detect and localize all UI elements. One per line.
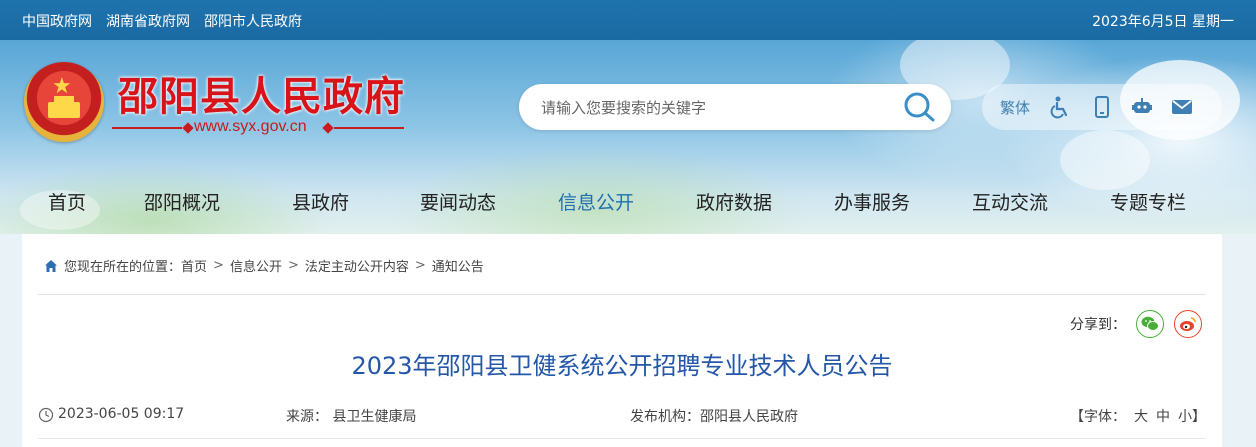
current-date: 2023年6月5日 星期一: [1092, 14, 1234, 30]
article-title: 2023年邵阳县卫健系统公开招聘专业技术人员公告: [351, 352, 893, 380]
nav-county-government[interactable]: 县政府: [292, 188, 349, 215]
nav-news[interactable]: 要闻动态: [420, 188, 496, 215]
tool-bar: 繁体: [982, 84, 1222, 130]
wechat-icon: [1141, 316, 1159, 331]
font-size-controls: 【字体： 大中小】: [1070, 406, 1206, 426]
nav-info-disclosure[interactable]: 信息公开: [558, 188, 634, 215]
font-size-medium[interactable]: 中: [1156, 409, 1170, 425]
breadcrumb-prefix: 您现在所在的位置：: [64, 260, 182, 275]
share-label: 分享到：: [1070, 317, 1126, 333]
article-source: 来源： 县卫生健康局: [286, 409, 417, 425]
breadcrumb-statutory-content[interactable]: 法定主动公开内容: [305, 256, 409, 275]
divider: [38, 294, 1206, 295]
breadcrumb-notices[interactable]: 通知公告: [432, 256, 484, 275]
national-emblem-icon: ★: [24, 62, 104, 142]
nav-interaction[interactable]: 互动交流: [972, 188, 1048, 215]
site-url-text: www.syx.gov.cn: [194, 118, 307, 135]
site-url: www.syx.gov.cn: [112, 118, 404, 138]
breadcrumb-separator: >: [414, 258, 426, 273]
weibo-icon: [1180, 317, 1196, 331]
home-icon: [45, 259, 57, 272]
nav-shaoyang-overview[interactable]: 邵阳概况: [144, 188, 220, 215]
content-panel: 您现在所在的位置： 首页 > 信息公开 > 法定主动公开内容 > 通知公告 分享…: [22, 234, 1222, 447]
breadcrumb-separator: >: [213, 258, 224, 273]
link-shaoyang-gov[interactable]: 邵阳市人民政府: [204, 11, 302, 31]
link-hunan-gov[interactable]: 湖南省政府网: [106, 11, 190, 31]
breadcrumb: 您现在所在的位置： 首页 > 信息公开 > 法定主动公开内容 > 通知公告: [44, 256, 484, 275]
weibo-share-button[interactable]: [1174, 310, 1202, 338]
breadcrumb-info-disclosure[interactable]: 信息公开: [230, 256, 282, 275]
share-bar: 分享到：: [1070, 310, 1202, 338]
mail-icon[interactable]: [1170, 95, 1194, 119]
top-bar: 中国政府网 湖南省政府网 邵阳市人民政府 2023年6月5日 星期一: [0, 0, 1256, 40]
divider: [38, 438, 1206, 439]
search-box: [519, 84, 951, 130]
site-title: 邵阳县人民政府: [118, 73, 405, 120]
search-icon[interactable]: [902, 90, 938, 124]
breadcrumb-separator: >: [287, 258, 299, 273]
main-nav: 首页 邵阳概况 县政府 要闻动态 信息公开 政府数据 办事服务 互动交流 专题专…: [0, 188, 1256, 222]
nav-home[interactable]: 首页: [48, 188, 86, 215]
accessibility-icon[interactable]: [1048, 95, 1072, 119]
breadcrumb-home[interactable]: 首页: [181, 256, 207, 275]
font-size-close: 】: [1192, 409, 1206, 425]
top-links: 中国政府网 湖南省政府网 邵阳市人民政府: [22, 11, 302, 31]
search-input[interactable]: [539, 95, 903, 121]
nav-government-data[interactable]: 政府数据: [696, 188, 772, 215]
nav-special-topics[interactable]: 专题专栏: [1110, 188, 1186, 215]
font-size-small[interactable]: 小: [1178, 409, 1192, 425]
font-size-label: 【字体：: [1070, 409, 1126, 425]
link-gov-cn[interactable]: 中国政府网: [22, 11, 92, 31]
font-size-large[interactable]: 大: [1134, 409, 1148, 425]
mobile-icon[interactable]: [1090, 95, 1114, 119]
traditional-chinese-toggle[interactable]: 繁体: [1000, 97, 1030, 118]
clock-icon: [38, 407, 54, 423]
publishing-organization: 发布机构：邵阳县人民政府: [630, 409, 798, 425]
robot-icon[interactable]: [1130, 95, 1154, 119]
publish-time: 2023-06-05 09:17: [58, 406, 185, 422]
header-banner: ★ 邵阳县人民政府 www.syx.gov.cn 繁体: [0, 40, 1256, 234]
wechat-share-button[interactable]: [1136, 310, 1164, 338]
nav-services[interactable]: 办事服务: [834, 188, 910, 215]
article-meta: 2023-06-05 09:17 来源： 县卫生健康局 发布机构：邵阳县人民政府…: [38, 406, 1206, 426]
